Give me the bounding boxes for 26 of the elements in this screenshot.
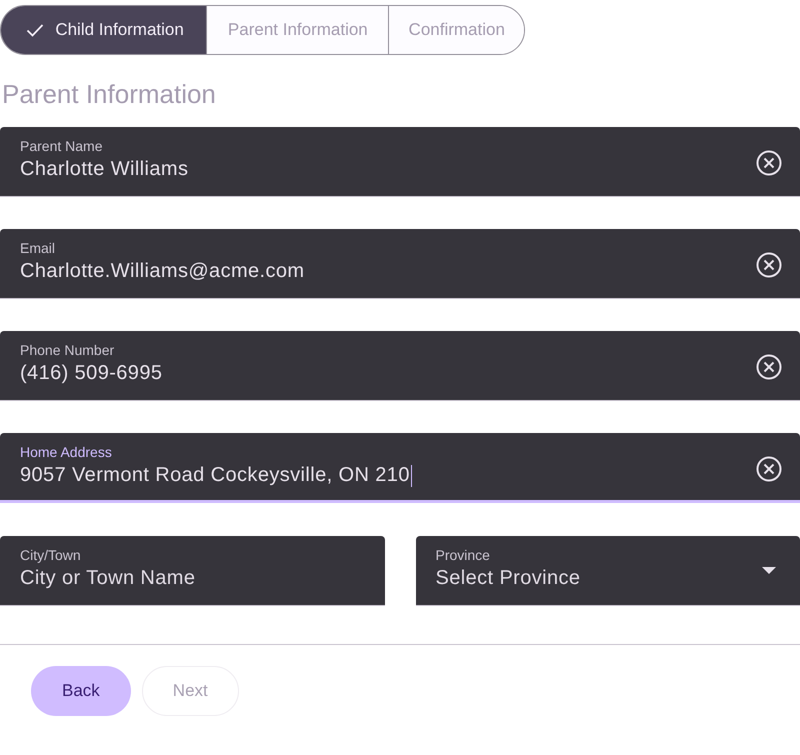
- field-label: Home Address: [20, 444, 112, 460]
- field-label: Province: [436, 547, 490, 563]
- clear-icon[interactable]: [756, 354, 782, 380]
- text-field[interactable]: Phone Number (416) 509-6995: [0, 331, 800, 401]
- field-value: 9057 Vermont Road Cockeysville, ON 210: [20, 464, 412, 487]
- clear-icon[interactable]: [756, 150, 782, 176]
- clear-icon[interactable]: [756, 456, 782, 482]
- text-field[interactable]: Parent Name Charlotte Williams: [0, 127, 800, 197]
- select-field[interactable]: Province Select Province: [416, 536, 800, 606]
- placeholder: Select Province: [436, 567, 580, 590]
- field-label: Parent Name: [20, 138, 102, 154]
- field-value: Charlotte.Williams@acme.com: [20, 260, 304, 283]
- field-value: (416) 509-6995: [20, 362, 162, 385]
- field-value: Charlotte Williams: [20, 158, 188, 181]
- text-field[interactable]: Home Address 9057 Vermont Road Cockeysville, ON 210: [0, 433, 800, 503]
- field-label: Phone Number: [20, 342, 114, 358]
- placeholder: City or Town Name: [20, 567, 196, 590]
- section-heading: Parent Information: [2, 79, 217, 111]
- text-field[interactable]: Email Charlotte.Williams@acme.com: [0, 229, 800, 299]
- text-field[interactable]: City/Town City or Town Name: [0, 536, 384, 606]
- field-label: Email: [20, 240, 56, 256]
- back-button[interactable]: Back: [31, 666, 131, 716]
- dropdown-icon[interactable]: [762, 567, 776, 575]
- step-tab[interactable]: Child Information: [1, 6, 206, 54]
- clear-icon[interactable]: [756, 252, 782, 278]
- field-label: City/Town: [20, 547, 81, 563]
